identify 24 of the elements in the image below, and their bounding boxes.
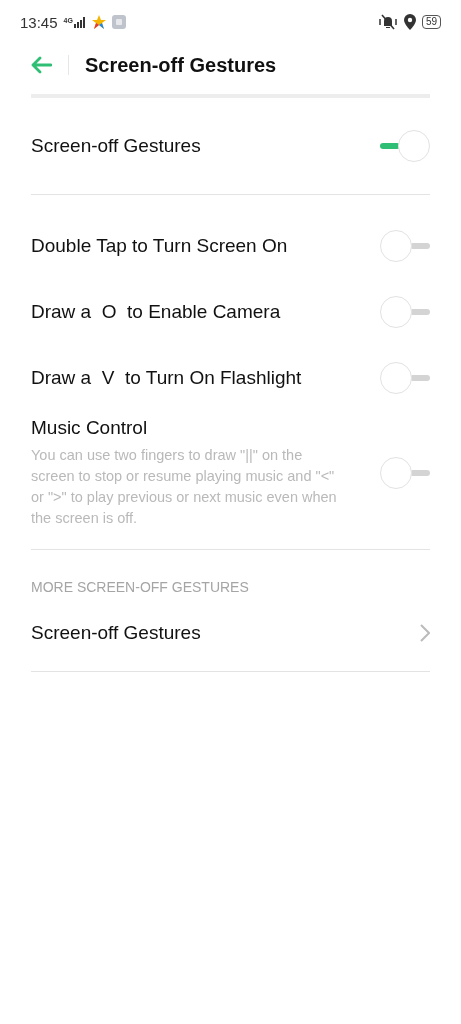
toggle-switch[interactable] <box>380 130 430 162</box>
setting-label: Draw a V to Turn On Flashlight <box>31 367 303 389</box>
app-icon <box>111 15 126 29</box>
settings-nav-item[interactable]: Screen-off Gestures <box>31 595 430 671</box>
toggle-switch[interactable] <box>380 296 430 328</box>
location-icon <box>403 14 416 30</box>
battery-indicator: 59 <box>421 15 441 29</box>
back-arrow-icon <box>30 56 52 74</box>
signal-icon <box>73 16 86 28</box>
star-app-icon <box>91 15 106 29</box>
toggle-switch[interactable] <box>380 362 430 394</box>
setting-label: Music Control <box>31 417 149 439</box>
status-time: 13:45 <box>20 13 58 31</box>
chevron-right-icon <box>420 624 430 642</box>
setting-label: Double Tap to Turn Screen On <box>31 235 289 257</box>
setting-description: You can use two fingers to draw "||" on the screen to stop or resume playing music and "<" or ">" to play previous or next music even when the screen is off. <box>31 446 338 528</box>
mute-vibrate-icon <box>377 14 398 30</box>
page-title: Screen-off Gestures <box>85 53 277 77</box>
setting-label: Screen-off Gestures <box>31 135 202 157</box>
toggle-switch[interactable] <box>380 457 430 489</box>
setting-label: Draw a O to Enable Camera <box>31 301 282 323</box>
toggle-switch[interactable] <box>380 230 430 262</box>
section-heading: MORE SCREEN-OFF GESTURES <box>31 579 250 595</box>
back-button[interactable] <box>30 56 52 74</box>
